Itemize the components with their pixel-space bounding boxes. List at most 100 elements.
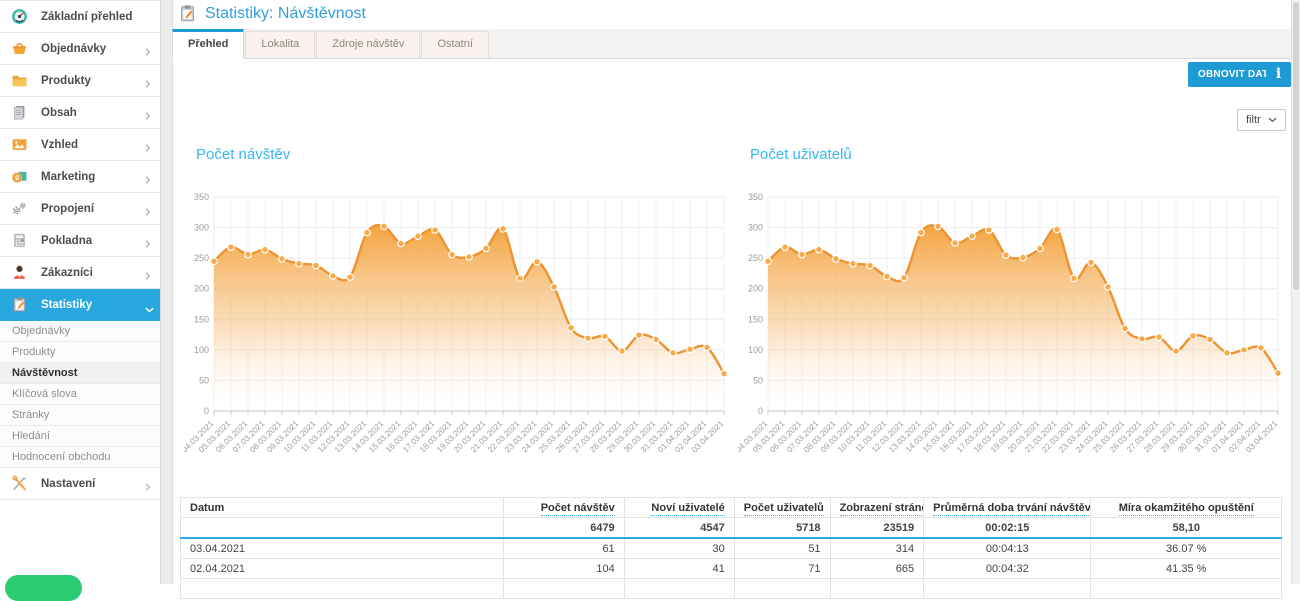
table-cell (830, 579, 924, 599)
table-cell: 30 (624, 538, 734, 559)
chart-users: Počet uživatelů 05010015020025030035004.… (738, 146, 1294, 468)
chevron-right-icon (145, 76, 151, 86)
table-header-sort-link[interactable]: Počet návštěv (541, 502, 615, 516)
filter-dropdown[interactable]: filtr (1237, 109, 1286, 131)
sidebar-subitem-label: Návštěvnost (12, 367, 77, 379)
sidebar-item-stat-klicova-slova[interactable]: Klíčová slova (0, 384, 160, 405)
chart-users-plot: 05010015020025030035004.03.202105.03.202… (738, 172, 1288, 468)
sidebar-item-label: Marketing (41, 171, 95, 183)
sidebar-item-label: Propojení (41, 203, 94, 215)
table-cell (624, 579, 734, 599)
page-scrollbar[interactable] (1291, 0, 1300, 584)
sidebar-item-label: Základní přehled (41, 11, 132, 23)
sidebar-item-propojeni[interactable]: Propojení (0, 193, 160, 225)
tab-prehled[interactable]: Přehled (172, 29, 244, 59)
table-cell: 02.04.2021 (181, 559, 504, 579)
sidebar-item-vzhled[interactable]: Vzhled (0, 129, 160, 161)
sidebar-item-nastaveni[interactable]: Nastavení (0, 468, 160, 500)
svg-text:250: 250 (194, 253, 209, 263)
table-summary-row: 6479454757182351900:02:1558,10 (181, 518, 1282, 539)
sidebar-item-label: Zákazníci (41, 267, 93, 279)
scrollbar-thumb[interactable] (1293, 2, 1299, 290)
svg-text:300: 300 (194, 223, 209, 233)
table-header-sort-link[interactable]: Průměrná doba trvání návštěvy (933, 502, 1091, 516)
clipboard-icon (178, 4, 197, 23)
tab-bar: PřehledLokalitaZdroje návštěvOstatní (172, 29, 1300, 59)
table-cell (734, 579, 830, 599)
table-cell: 4547 (624, 518, 734, 539)
tab-zdroje-navstev[interactable]: Zdroje návštěv (316, 31, 420, 58)
table-row: 02.04.2021104417166500:04:3241.35 % (181, 559, 1282, 579)
sidebar-item-label: Nastavení (41, 478, 95, 490)
marketing-icon: 0 (11, 168, 28, 185)
info-button[interactable]: i (1266, 62, 1291, 87)
table-header-sort-link[interactable]: Zobrazení stránek (840, 502, 924, 516)
table-header-2[interactable]: Noví uživatelé (624, 498, 734, 518)
table-cell: 5718 (734, 518, 830, 539)
svg-text:0: 0 (758, 406, 763, 416)
calculator-icon (11, 232, 28, 249)
green-floating-button[interactable] (5, 575, 82, 601)
chevron-right-icon (145, 172, 151, 182)
sidebar-item-stat-navstevnost[interactable]: Návštěvnost (0, 363, 160, 384)
chevron-right-icon (145, 204, 151, 214)
sidebar-subitem-label: Hledání (12, 430, 50, 442)
svg-text:150: 150 (194, 314, 209, 324)
sidebar-item-pokladna[interactable]: Pokladna (0, 225, 160, 257)
filter-label: filtr (1246, 114, 1261, 126)
table-row: 03.04.202161305131400:04:1336.07 % (181, 538, 1282, 559)
clipboard-icon (11, 296, 28, 313)
table-cell: 03.04.2021 (181, 538, 504, 559)
tab-ostatni[interactable]: Ostatní (421, 31, 488, 58)
table-header-4[interactable]: Zobrazení stránek (830, 498, 924, 518)
svg-text:200: 200 (748, 284, 763, 294)
table-cell: 00:04:13 (924, 538, 1091, 559)
table-header-5[interactable]: Průměrná doba trvání návštěvy (924, 498, 1091, 518)
svg-text:100: 100 (748, 345, 763, 355)
table-header-sort-link[interactable]: Počet uživatelů (744, 502, 824, 516)
chart-visits-plot: 05010015020025030035004.03.202105.03.202… (184, 172, 734, 468)
tab-lokalita[interactable]: Lokalita (245, 31, 315, 58)
sidebar-item-stat-produkty[interactable]: Produkty (0, 342, 160, 363)
svg-text:0: 0 (15, 175, 19, 182)
tools-icon (11, 475, 28, 492)
sidebar-item-label: Objednávky (41, 43, 106, 55)
table-row-partial (181, 579, 1282, 599)
sidebar-item-obsah[interactable]: Obsah (0, 97, 160, 129)
svg-text:250: 250 (748, 253, 763, 263)
sidebar: Základní přehledObjednávkyProduktyObsahV… (0, 0, 161, 584)
table-header-1[interactable]: Počet návštěv (503, 498, 624, 518)
sidebar-subitem-label: Hodnocení obchodu (12, 451, 110, 463)
document-icon (11, 104, 28, 121)
table-cell: 51 (734, 538, 830, 559)
basket-icon (11, 40, 28, 57)
table-cell: 665 (830, 559, 924, 579)
table-cell: 41 (624, 559, 734, 579)
table-cell (181, 518, 504, 539)
table-cell: 23519 (830, 518, 924, 539)
table-cell: 58,10 (1091, 518, 1282, 539)
table-cell: 314 (830, 538, 924, 559)
sidebar-item-zakaznici[interactable]: Zákazníci (0, 257, 160, 289)
table-header-sort-link[interactable]: Noví uživatelé (651, 502, 724, 516)
table-header-3[interactable]: Počet uživatelů (734, 498, 830, 518)
sidebar-item-stat-hledani[interactable]: Hledání (0, 426, 160, 447)
svg-text:50: 50 (199, 375, 209, 385)
sidebar-item-label: Vzhled (41, 139, 78, 151)
sidebar-item-stat-hodnoceni-obchodu[interactable]: Hodnocení obchodu (0, 447, 160, 468)
sidebar-item-zakladni-prehled[interactable]: Základní přehled (0, 0, 160, 33)
sidebar-item-stat-stranky[interactable]: Stránky (0, 405, 160, 426)
sidebar-item-stat-objednavky[interactable]: Objednávky (0, 321, 160, 342)
table-header-6[interactable]: Míra okamžitého opuštění (1091, 498, 1282, 518)
table-cell: 104 (503, 559, 624, 579)
sidebar-item-marketing[interactable]: 0 Marketing (0, 161, 160, 193)
sidebar-item-produkty[interactable]: Produkty (0, 65, 160, 97)
sidebar-item-objednavky[interactable]: Objednávky (0, 33, 160, 65)
table-header-0: Datum (181, 498, 504, 518)
table-cell: 36.07 % (1091, 538, 1282, 559)
sidebar-item-statistiky[interactable]: Statistiky (0, 289, 160, 321)
folder-icon (11, 72, 28, 89)
sidebar-item-label: Obsah (41, 107, 77, 119)
table-header-sort-link[interactable]: Míra okamžitého opuštění (1119, 502, 1254, 516)
svg-text:300: 300 (748, 223, 763, 233)
